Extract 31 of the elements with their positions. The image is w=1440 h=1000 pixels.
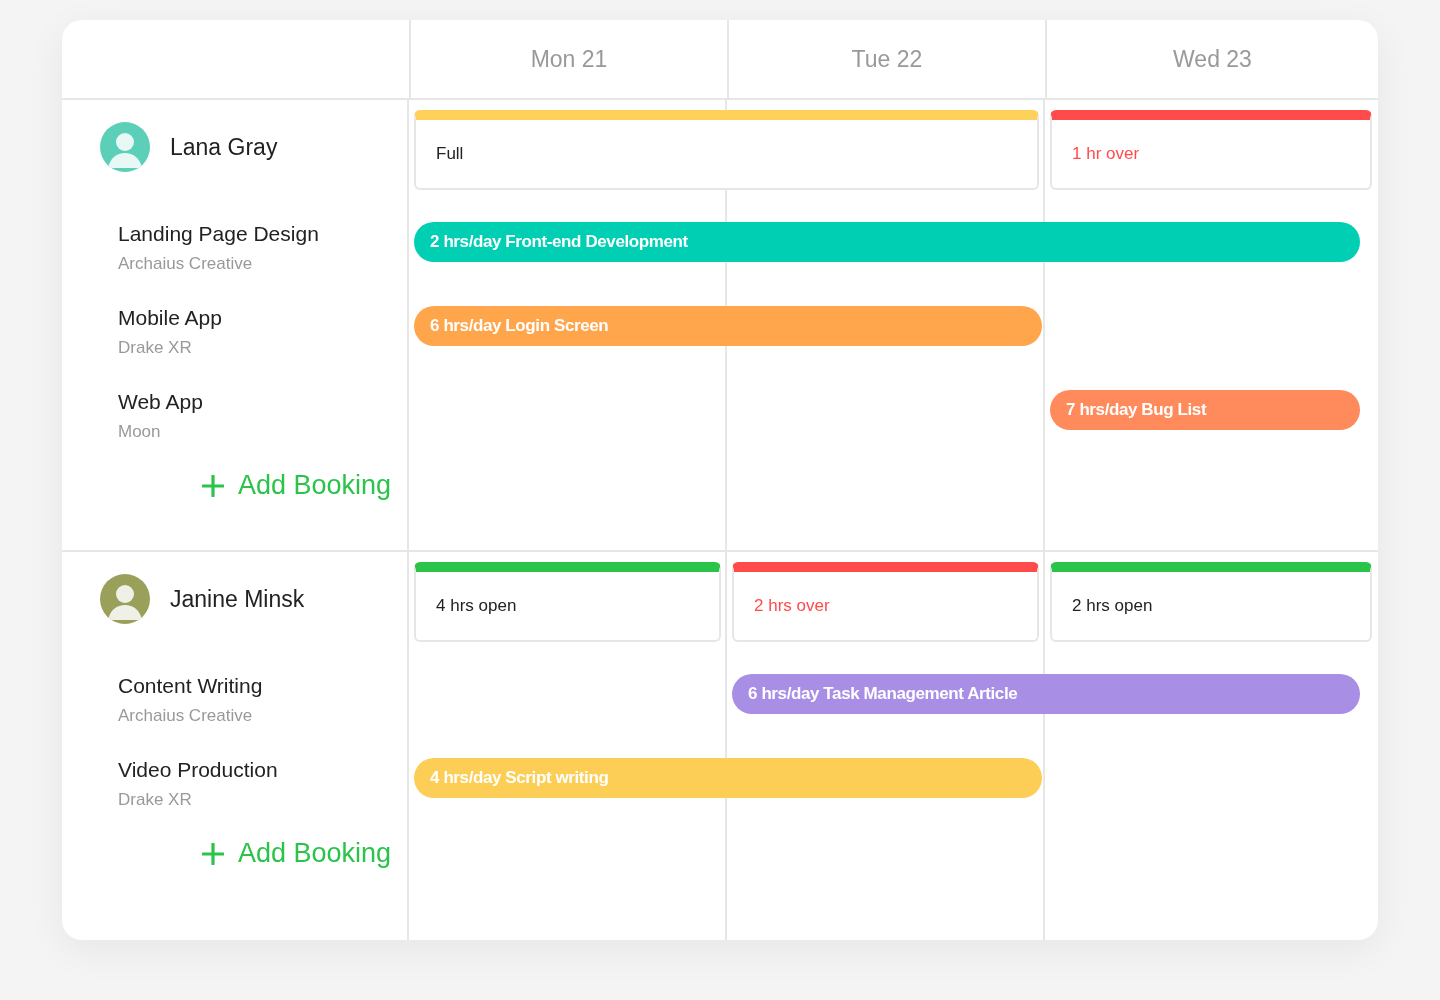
booking-bar[interactable]: 6 hrs/day Login Screen xyxy=(414,306,1042,346)
booking-bar[interactable]: 7 hrs/day Bug List xyxy=(1050,390,1360,430)
person-name: Lana Gray xyxy=(170,133,278,161)
project-title: Landing Page Design xyxy=(118,222,320,246)
add-booking-button[interactable]: Add Booking xyxy=(201,470,391,501)
plus-icon xyxy=(201,842,224,865)
capacity-label: 2 hrs open xyxy=(1072,596,1153,616)
project-title: Web App xyxy=(118,390,204,414)
capacity-label: 2 hrs over xyxy=(754,596,830,616)
client-name: Archaius Creative xyxy=(118,706,254,726)
avatar xyxy=(100,122,150,172)
capacity-label: 1 hr over xyxy=(1072,144,1140,164)
booking-bar[interactable]: 2 hrs/day Front-end Development xyxy=(414,222,1360,262)
capacity-label: Full xyxy=(436,144,464,164)
day-label: Mon 21 xyxy=(530,45,608,73)
client-name: Archaius Creative xyxy=(118,254,254,274)
day-label: Wed 23 xyxy=(1173,45,1252,73)
booking-bar[interactable]: 6 hrs/day Task Management Article xyxy=(732,674,1360,714)
client-name: Drake XR xyxy=(118,338,193,358)
booking-bar[interactable]: 4 hrs/day Script writing xyxy=(414,758,1042,798)
person-name: Janine Minsk xyxy=(170,585,305,613)
plus-icon xyxy=(201,474,224,497)
project-title: Content Writing xyxy=(118,674,264,698)
capacity-label: 4 hrs open xyxy=(436,596,517,616)
avatar xyxy=(100,574,150,624)
add-booking-button[interactable]: Add Booking xyxy=(201,838,391,869)
project-title: Mobile App xyxy=(118,306,223,330)
client-name: Moon xyxy=(118,422,162,442)
project-title: Video Production xyxy=(118,758,279,782)
day-label: Tue 22 xyxy=(851,45,923,73)
client-name: Drake XR xyxy=(118,790,193,810)
